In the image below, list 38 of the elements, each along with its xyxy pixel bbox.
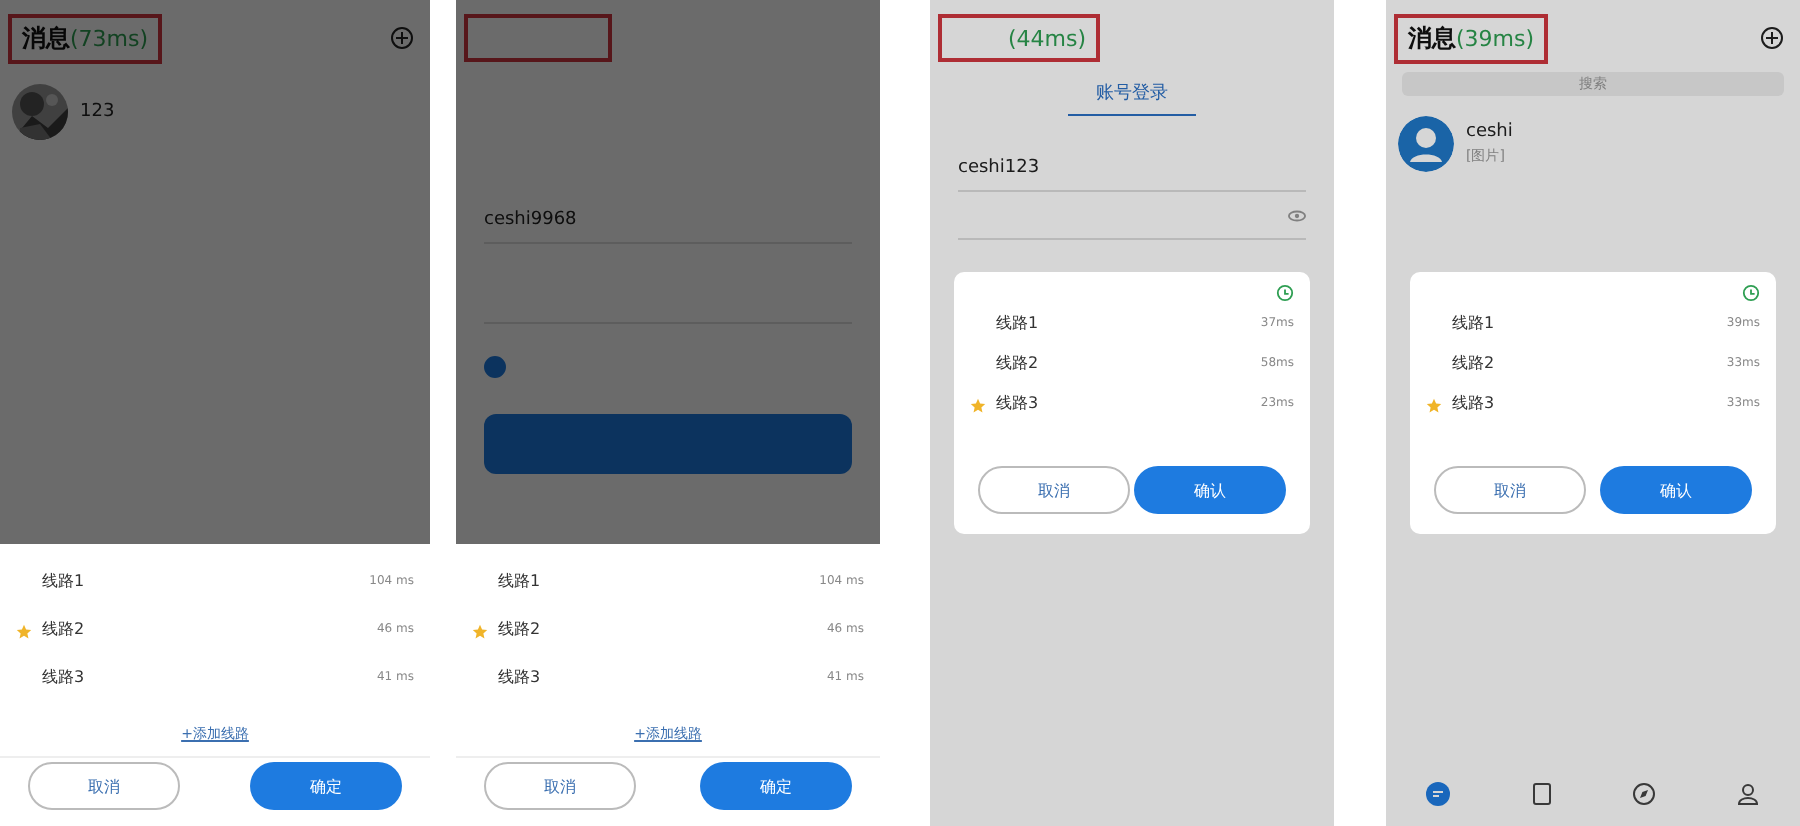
cancel-button[interactable]: 取消 [28,762,180,810]
route-name: 线路1 [996,311,1039,333]
chat-name: ceshi [1466,122,1513,142]
confirm-button[interactable]: 确认 [1600,466,1752,514]
confirm-button[interactable]: 确定 [700,762,852,810]
latency-label: (73ms) [70,25,149,51]
route-name: 线路2 [996,351,1039,373]
page-title: 消息 [1408,21,1456,55]
contacts-icon[interactable] [1529,782,1554,806]
compass-icon[interactable] [1632,782,1657,806]
route-name: 线路3 [996,391,1039,413]
route-name: 线路1 [1452,311,1495,333]
latency-label: (44ms) [1008,25,1087,51]
chat-name: 123 [80,102,115,122]
route-name: 线路2 [1452,351,1495,373]
route-name: 线路1 [498,569,541,591]
eye-icon[interactable] [1288,209,1306,221]
confirm-button[interactable]: 确认 [1134,466,1286,514]
cancel-button[interactable]: 取消 [1434,466,1586,514]
confirm-button[interactable]: 确定 [250,762,402,810]
route-name: 线路2 [498,617,541,639]
login-tab[interactable]: 账号登录 [1068,76,1196,116]
username-field[interactable]: ceshi9968 [484,196,852,244]
agree-checkbox[interactable] [484,356,506,378]
cancel-button[interactable]: 取消 [978,466,1130,514]
username-field[interactable]: ceshi123 [958,144,1306,192]
page-title: 消息 [22,21,70,55]
latency-label: (39ms) [1456,25,1535,51]
route-name: 线路2 [42,617,85,639]
route-name: 线路3 [42,665,85,687]
chat-icon[interactable] [1425,782,1450,806]
add-icon[interactable] [1760,26,1784,50]
cancel-button[interactable]: 取消 [484,762,636,810]
user-icon[interactable] [1736,782,1761,806]
route-name: 线路3 [1452,391,1495,413]
avatar-icon [1398,116,1454,172]
route-name: 线路1 [42,569,85,591]
route-name: 线路3 [498,665,541,687]
